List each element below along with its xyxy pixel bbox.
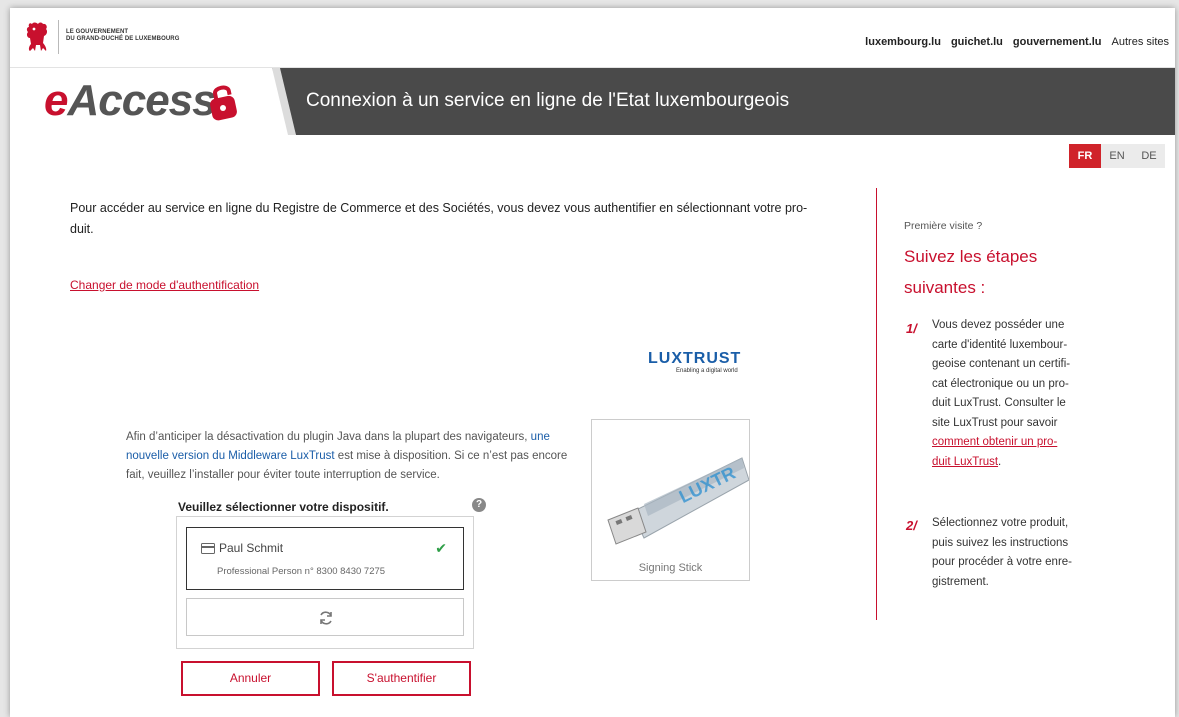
step-1-line: geoise contenant un certifi- [932, 358, 1071, 370]
link-guichet-lu[interactable]: guichet.lu [951, 36, 1003, 48]
select-device-title: Veuillez sélectionner votre dispositif. [178, 500, 389, 514]
step-2-line: pour procéder à votre enre- [932, 556, 1072, 568]
step-1-line: Vous devez posséder une [932, 319, 1065, 331]
link-luxembourg-lu[interactable]: luxembourg.lu [865, 36, 941, 48]
step-2-number: 2/ [906, 518, 917, 533]
step-1-text: Vous devez posséder une carte d'identité… [932, 316, 1122, 472]
step-1-line: carte d'identité luxembour- [932, 338, 1068, 351]
intro-text: Pour accéder au service en ligne du Regi… [70, 198, 830, 240]
middleware-link-part-2[interactable]: nouvelle version du Middleware LuxTrust [126, 450, 335, 462]
link-gouvernement-lu[interactable]: gouvernement.lu [1013, 36, 1102, 48]
intro-line-2: duit. [70, 222, 94, 236]
device-detail: Professional Person n° 8300 8430 7275 [217, 566, 386, 577]
lock-icon [210, 85, 237, 121]
credit-card-icon [201, 542, 215, 554]
notice-text-1: Afin d’anticiper la désactivation du plu… [126, 431, 531, 443]
sidebar-divider [876, 188, 877, 620]
government-name: LE GOUVERNEMENT DU GRAND-DUCHÉ DE LUXEMB… [66, 29, 179, 43]
signing-stick-option[interactable]: LUXTR Signing Stick [591, 419, 750, 581]
step-1-number: 1/ [906, 321, 917, 336]
logo-e: e [44, 76, 69, 125]
external-links: luxembourg.lu guichet.lu gouvernement.lu… [865, 36, 1169, 48]
refresh-devices-button[interactable] [186, 598, 464, 636]
change-auth-mode-link[interactable]: Changer de mode d'authentification [70, 278, 259, 292]
authenticate-button[interactable]: S'authentifier [332, 661, 471, 696]
eaccess-banner: eAccess Connexion à un service en ligne … [10, 68, 1175, 135]
obtain-product-link-2[interactable]: duit LuxTrust [932, 456, 998, 468]
notice-text-2: est mise à disposition. Si ce n’est pas … [334, 450, 568, 462]
steps-title: Suivez les étapes suivantes : [904, 241, 1104, 303]
window-frame: LE GOUVERNEMENT DU GRAND-DUCHÉ DE LUXEMB… [0, 0, 1179, 717]
help-icon[interactable]: ? [472, 498, 486, 512]
refresh-icon [320, 611, 332, 625]
logo-divider [58, 20, 59, 54]
checkmark-icon: ✔ [435, 540, 447, 556]
notice-text-3: fait, veuillez l’installer pour éviter t… [126, 469, 440, 481]
eaccess-logo[interactable]: eAccess [44, 76, 217, 126]
signing-stick-label: Signing Stick [638, 562, 703, 574]
step-2-line: Sélectionnez votre produit, [932, 517, 1069, 529]
step-2-line: puis suivez les instructions [932, 536, 1069, 549]
usb-stick-image: LUXTR [607, 457, 750, 545]
device-name-row: Paul Schmit [201, 541, 283, 555]
luxembourg-lion-icon[interactable] [24, 20, 50, 54]
obtain-product-link-1[interactable]: comment obtenir un pro- [932, 436, 1057, 448]
logo-access: Access [67, 76, 216, 125]
step-2-line: gistrement. [932, 575, 989, 588]
middleware-link-part-1[interactable]: une [531, 431, 550, 443]
step-1-line: cat électronique ou un pro- [932, 377, 1069, 390]
steps-title-line-2: suivantes : [904, 278, 986, 297]
middleware-notice: Afin d’anticiper la désactivation du plu… [126, 428, 586, 485]
step-2-text: Sélectionnez votre produit, puis suivez … [932, 514, 1122, 592]
luxtrust-logo: LUXTRUST Enabling a digital world [648, 350, 741, 374]
cancel-button[interactable]: Annuler [181, 661, 320, 696]
page: LE GOUVERNEMENT DU GRAND-DUCHÉ DE LUXEMB… [10, 8, 1175, 717]
intro-line-1: Pour accéder au service en ligne du Regi… [70, 201, 808, 215]
steps-title-line-1: Suivez les étapes [904, 247, 1038, 266]
government-bar: LE GOUVERNEMENT DU GRAND-DUCHÉ DE LUXEMB… [10, 8, 1175, 68]
device-name: Paul Schmit [219, 541, 284, 555]
lang-de-button[interactable]: DE [1133, 144, 1165, 168]
lang-fr-button[interactable]: FR [1069, 144, 1101, 168]
step-1-line: site LuxTrust pour savoir [932, 416, 1058, 429]
device-card-selected[interactable]: Paul Schmit Professional Person n° 8300 … [186, 527, 464, 590]
banner-slant [256, 68, 296, 135]
luxtrust-logo-text: LUXTRUST [648, 350, 741, 367]
lang-en-button[interactable]: EN [1101, 144, 1133, 168]
government-line-2: DU GRAND-DUCHÉ DE LUXEMBOURG [66, 36, 180, 42]
step-1-end: . [998, 455, 1002, 468]
link-autres-sites[interactable]: Autres sites [1112, 36, 1169, 48]
first-visit-label: Première visite ? [904, 220, 983, 232]
government-line-1: LE GOUVERNEMENT [66, 29, 129, 35]
luxtrust-tagline: Enabling a digital world [676, 368, 738, 374]
banner-title: Connexion à un service en ligne de l'Eta… [306, 90, 790, 111]
step-1-line: duit LuxTrust. Consulter le [932, 397, 1066, 409]
